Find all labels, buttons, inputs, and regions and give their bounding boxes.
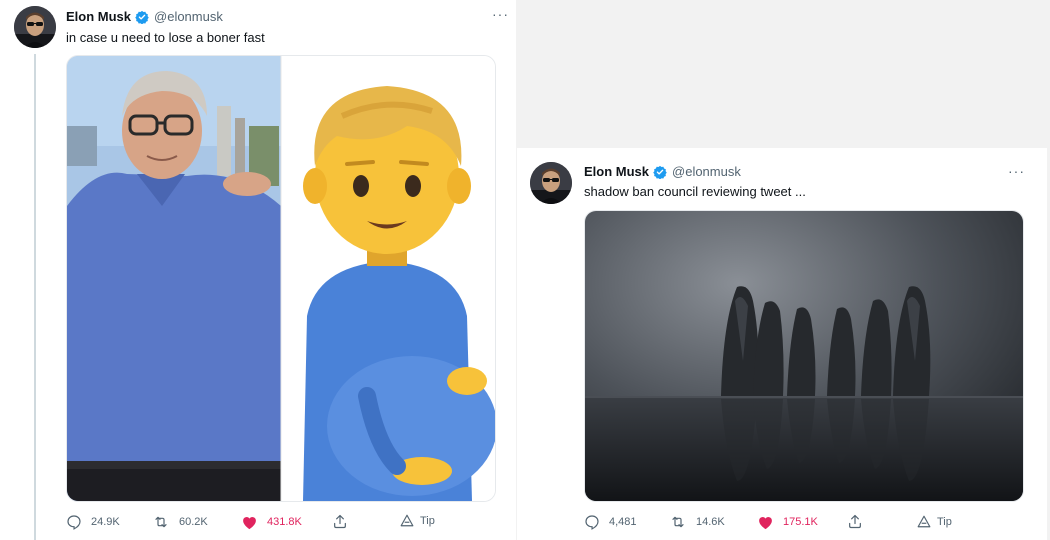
like-count: 175.1K	[783, 516, 818, 528]
more-icon[interactable]: ···	[492, 6, 509, 22]
retweet-icon	[672, 516, 684, 528]
tip-label: Tip	[420, 514, 435, 527]
like-count: 431.8K	[267, 516, 302, 528]
reply-count: 4,481	[609, 516, 637, 528]
retweet-button[interactable]: 60.2K	[152, 514, 208, 530]
thread-line	[34, 54, 36, 540]
retweet-icon	[155, 516, 167, 528]
reply-button[interactable]: 4,481	[584, 514, 637, 530]
more-icon[interactable]: ···	[1008, 163, 1025, 179]
verified-badge-icon	[135, 10, 149, 24]
tip-button[interactable]: Tip	[917, 515, 952, 528]
retweet-count: 14.6K	[696, 516, 725, 528]
tip-label: Tip	[937, 515, 952, 528]
reply-icon	[67, 515, 81, 530]
author-avatar[interactable]	[530, 162, 572, 204]
share-button[interactable]	[332, 513, 348, 530]
retweet-count: 60.2K	[179, 516, 208, 528]
share-button[interactable]	[847, 513, 863, 530]
tip-icon	[400, 514, 414, 527]
reply-button[interactable]: 24.9K	[66, 514, 120, 530]
like-button[interactable]: 431.8K	[241, 514, 302, 530]
share-icon	[849, 514, 861, 529]
tweet-media-image[interactable]	[584, 210, 1024, 502]
tweet-header: Elon Musk @elonmusk	[66, 9, 223, 24]
author-avatar[interactable]	[14, 6, 56, 48]
author-name[interactable]: Elon Musk	[66, 9, 131, 24]
author-handle[interactable]: @elonmusk	[154, 9, 223, 24]
like-button[interactable]: 175.1K	[757, 514, 818, 530]
like-icon	[243, 517, 256, 530]
tip-button[interactable]: Tip	[400, 514, 435, 527]
reply-count: 24.9K	[91, 516, 120, 528]
tip-icon	[917, 515, 931, 528]
tweet-text: shadow ban council reviewing tweet ...	[584, 184, 806, 199]
like-icon	[759, 517, 772, 530]
share-icon	[334, 514, 346, 529]
tweet-header: Elon Musk @elonmusk	[584, 164, 741, 179]
retweet-button[interactable]: 14.6K	[669, 514, 725, 530]
tweet-text: in case u need to lose a boner fast	[66, 30, 265, 45]
author-handle[interactable]: @elonmusk	[672, 164, 741, 179]
verified-badge-icon	[653, 165, 667, 179]
tweet-card-left[interactable]: Elon Musk @elonmusk ··· in case u need t…	[0, 0, 516, 540]
reply-icon	[585, 515, 599, 530]
author-name[interactable]: Elon Musk	[584, 164, 649, 179]
tweet-media-image[interactable]	[66, 55, 496, 502]
tweet-card-right[interactable]: Elon Musk @elonmusk ··· shadow ban counc…	[517, 148, 1047, 540]
